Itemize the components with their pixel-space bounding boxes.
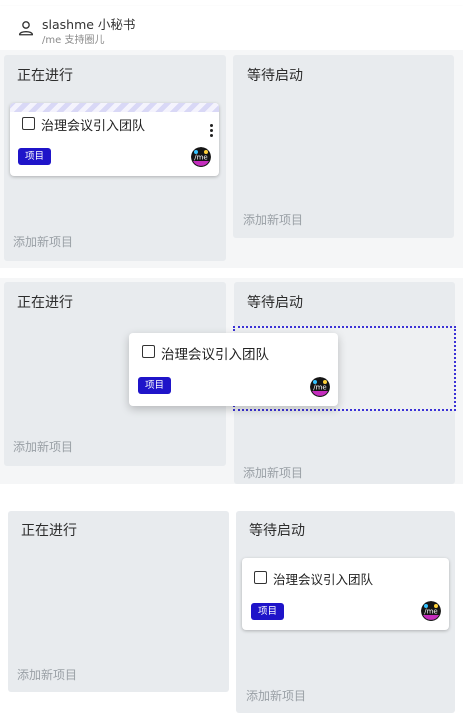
card-checkbox[interactable] xyxy=(142,345,155,358)
user-icon[interactable] xyxy=(17,19,35,37)
add-item-link[interactable]: 添加新项目 xyxy=(13,438,73,455)
project-tag: 项目 xyxy=(138,377,171,394)
card-title: 治理会议引入团队 xyxy=(161,347,269,363)
add-item-link[interactable]: 添加新项目 xyxy=(17,666,77,683)
project-tag: 项目 xyxy=(251,603,284,620)
avatar-icon: /me xyxy=(191,147,211,167)
project-card[interactable]: 治理会议引入团队 项目 /me xyxy=(242,558,449,630)
card-drag-stripe xyxy=(10,103,219,112)
card-checkbox[interactable] xyxy=(254,571,267,584)
add-item-link[interactable]: 添加新项目 xyxy=(13,233,73,250)
column-waiting: 等待启动 添加新项目 xyxy=(233,55,454,238)
avatar-text: /me xyxy=(313,384,326,392)
project-card[interactable]: 治理会议引入团队 项目 /me xyxy=(10,103,219,176)
column-title: 等待启动 xyxy=(247,295,303,311)
add-item-link[interactable]: 添加新项目 xyxy=(243,211,303,228)
card-checkbox[interactable] xyxy=(22,117,35,130)
card-title: 治理会议引入团队 xyxy=(41,119,146,134)
app-subtitle: /me 支持圈儿 xyxy=(42,35,105,46)
avatar-icon: /me xyxy=(421,601,441,621)
column-title: 等待启动 xyxy=(249,523,305,539)
dragged-project-card[interactable]: 治理会议引入团队 项目 /me xyxy=(129,333,338,406)
project-tag: 项目 xyxy=(18,148,51,165)
card-title: 治理会议引入团队 xyxy=(273,572,374,587)
column-title: 等待启动 xyxy=(247,68,303,84)
app-header: slashme 小秘书 /me 支持圈儿 xyxy=(0,6,463,50)
column-title: 正在进行 xyxy=(21,523,77,539)
column-in-progress: 正在进行 添加新项目 xyxy=(8,511,229,692)
avatar-text: /me xyxy=(194,154,207,162)
more-options-icon[interactable] xyxy=(210,124,214,139)
avatar-icon: /me xyxy=(310,377,330,397)
add-item-link[interactable]: 添加新项目 xyxy=(243,464,303,481)
avatar-text: /me xyxy=(424,608,437,616)
column-title: 正在进行 xyxy=(17,295,73,311)
add-item-link[interactable]: 添加新项目 xyxy=(246,687,306,704)
column-title: 正在进行 xyxy=(17,68,73,84)
